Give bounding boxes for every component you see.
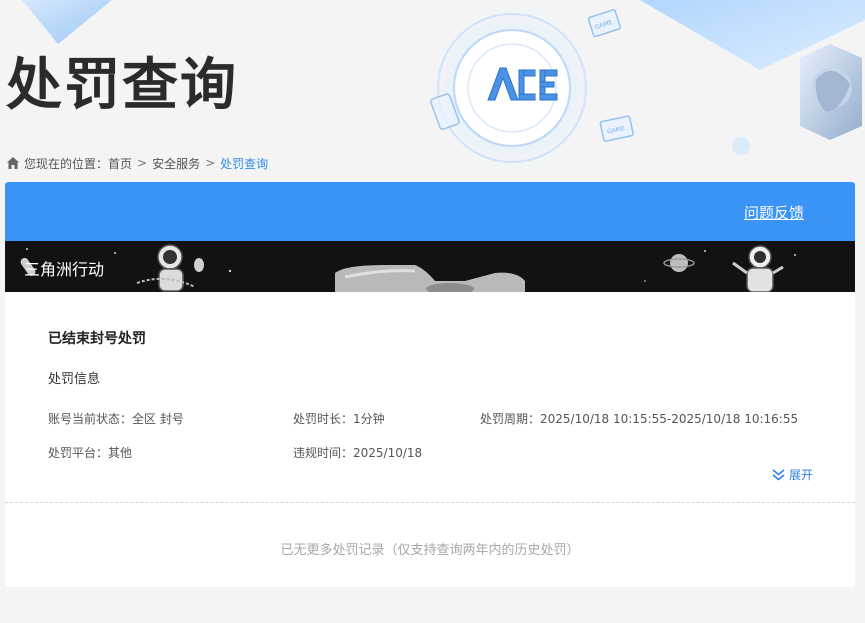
- violation-time: 违规时间：2025/10/18: [293, 444, 422, 461]
- account-status: 账号当前状态：全区 封号: [48, 410, 184, 427]
- expand-button[interactable]: 展开: [772, 466, 813, 483]
- breadcrumb-separator: >: [137, 156, 148, 170]
- section-title: 处罚信息: [48, 372, 101, 387]
- breadcrumb-security-services[interactable]: 安全服务: [152, 155, 200, 172]
- account-status-label: 账号当前状态：: [48, 412, 133, 426]
- feedback-link[interactable]: 问题反馈: [744, 202, 804, 223]
- penalty-duration-label: 处罚时长：: [293, 412, 354, 426]
- penalty-platform-label: 处罚平台：: [48, 446, 109, 460]
- breadcrumb-prefix: 您现在的位置：: [24, 156, 109, 171]
- account-status-value: 全区 封号: [132, 412, 184, 426]
- penalty-period: 处罚周期：2025/10/18 10:15:55-2025/10/18 10:1…: [480, 410, 798, 427]
- game-name: 三角洲行动: [24, 260, 105, 279]
- penalty-period-value: 2025/10/18 10:15:55-2025/10/18 10:16:55: [540, 412, 799, 426]
- card-header-bar: 问题反馈: [5, 182, 855, 241]
- penalty-card: 问题反馈 三角洲行动 已结束封号处罚 处罚信息 账号当前状态：全区 封号 处罚时…: [5, 182, 855, 587]
- violation-time-value: 2025/10/18: [353, 446, 423, 460]
- expand-label: 展开: [788, 468, 813, 482]
- no-more-records-text: 已无更多处罚记录（仅支持查询两年内的历史处罚）: [280, 543, 580, 558]
- divider: [5, 502, 855, 503]
- game-banner: 三角洲行动: [5, 241, 855, 292]
- page-title: 处罚查询: [6, 53, 238, 118]
- chevron-double-down-icon: [772, 469, 785, 481]
- breadcrumb-home[interactable]: 首页: [108, 155, 132, 172]
- penalty-platform-value: 其他: [108, 446, 133, 460]
- penalty-period-label: 处罚周期：: [480, 412, 541, 426]
- penalty-duration: 处罚时长：1分钟: [293, 410, 385, 427]
- breadcrumb-separator: >: [205, 156, 216, 170]
- game-banner-art: [20, 244, 796, 292]
- home-icon: [7, 157, 19, 169]
- penalty-duration-value: 1分钟: [353, 412, 385, 426]
- record-title: 已结束封号处罚: [48, 331, 146, 347]
- penalty-platform: 处罚平台：其他: [48, 444, 132, 461]
- breadcrumb-penalty-query[interactable]: 处罚查询: [220, 155, 268, 172]
- page: ACE GAME GAME 处罚查询 您现在的位置： 首页: [0, 0, 865, 623]
- breadcrumb: 您现在的位置： 首页 > 安全服务 > 处罚查询: [6, 154, 268, 172]
- violation-time-label: 违规时间：: [293, 446, 354, 460]
